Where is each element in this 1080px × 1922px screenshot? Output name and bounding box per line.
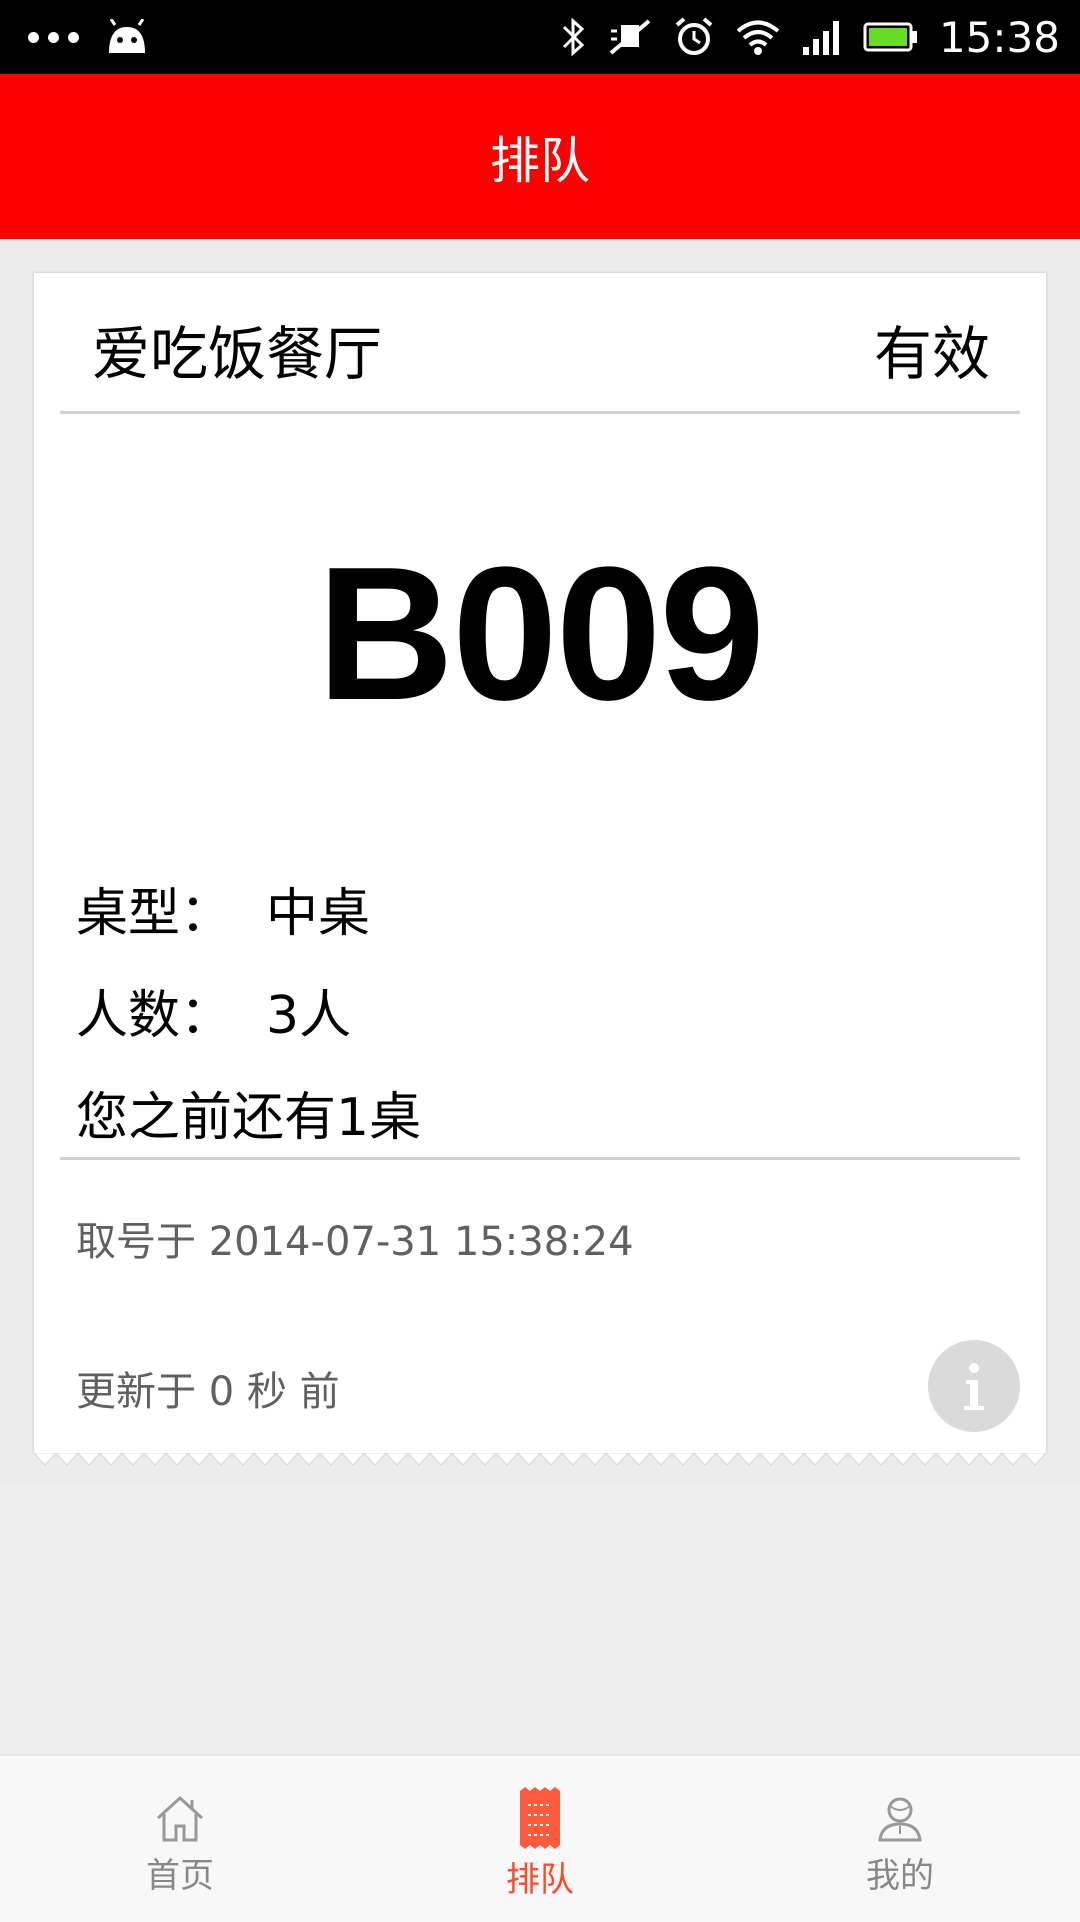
content-area: 爱吃饭餐厅 有效 B009 桌型： 中桌 人数： 3人 您之前还有1桌 取号于 20… [0,239,1080,1484]
queue-ticket-card: 爱吃饭餐厅 有效 B009 桌型： 中桌 人数： 3人 您之前还有1桌 取号于 20… [34,273,1046,1466]
nav-label-queue: 排队 [506,1860,574,1900]
info-button[interactable] [928,1340,1020,1432]
wifi-icon [736,20,780,55]
battery-icon [863,22,917,52]
people-value: 3人 [266,986,352,1046]
nav-label-home: 首页 [146,1856,214,1896]
android-icon [109,19,145,53]
bluetooth-icon [562,17,585,57]
status-bar-right: 15:38 [561,0,1060,74]
table-type-row: 桌型： 中桌 [76,871,370,946]
signal-icon [802,21,839,55]
nav-label-mine: 我的 [866,1856,934,1896]
nav-item-home[interactable]: 首页 [0,1756,360,1922]
people-row: 人数： 3人 [76,973,351,1048]
mute-icon [609,19,651,55]
alarm-icon [675,17,713,55]
nav-item-mine[interactable]: 我的 [720,1756,1080,1922]
status-time: 15:38 [938,12,1060,62]
ticket-header: 爱吃饭餐厅 有效 [60,273,1020,414]
ticket-zigzag-edge [34,1453,1046,1466]
restaurant-name: 爱吃饭餐厅 [92,320,383,388]
table-type-value: 中桌 [266,884,371,944]
nav-item-queue[interactable]: 排队 [360,1756,720,1922]
ticket-taken-time: 取号于 2014-07-31 15:38:24 [76,1219,634,1265]
user-icon [878,1797,922,1842]
more-dots-icon [28,31,79,43]
queue-number: B009 [316,528,765,740]
ticket-divider [60,1157,1020,1160]
bottom-navigation: 首页 排队 我的 [0,1754,1080,1922]
page-title: 排队 [490,131,590,190]
tables-ahead-text: 您之前还有1桌 [76,1088,422,1148]
people-label: 人数： [76,986,233,1046]
status-bar: 15:38 [0,0,1080,74]
status-bar-left [28,0,151,74]
home-icon [156,1795,204,1842]
info-icon [964,1363,984,1410]
ticket-status: 有效 [873,320,990,388]
last-updated-text: 更新于 0 秒 前 [76,1369,340,1415]
table-type-label: 桌型： [76,884,233,944]
queue-ticket-icon [520,1787,560,1849]
app-bar: 排队 [0,74,1080,239]
